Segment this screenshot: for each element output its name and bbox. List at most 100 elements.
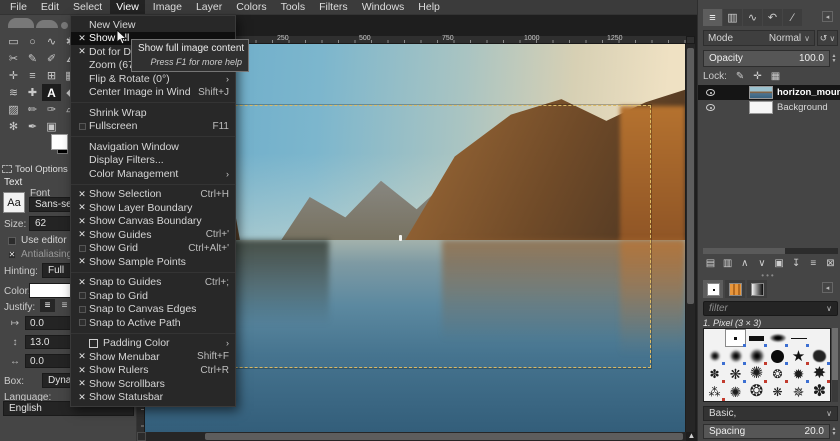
tool-free-select-icon[interactable]: ∿ bbox=[42, 33, 61, 50]
tool-text-icon[interactable]: A bbox=[42, 84, 61, 101]
menu-item-center-image-in-window[interactable]: Center Image in WindowShift+J bbox=[71, 86, 235, 100]
menu-item-color-management[interactable]: Color Management› bbox=[71, 167, 235, 181]
tool-paths-icon[interactable]: ✎ bbox=[23, 50, 42, 67]
menubar-item-help[interactable]: Help bbox=[412, 0, 446, 14]
menubar-item-file[interactable]: File bbox=[4, 0, 33, 14]
brush-cell-6[interactable] bbox=[704, 347, 725, 365]
menu-item-fullscreen[interactable]: FullscreenF11 bbox=[71, 120, 235, 134]
brush-dock-menu-button[interactable]: ◂ bbox=[822, 282, 833, 293]
justify-left-button[interactable]: ≡ bbox=[40, 299, 55, 312]
canvas-horizontal-scrollbar[interactable] bbox=[146, 432, 686, 441]
lock-alpha-icon[interactable]: ▦ bbox=[771, 71, 780, 82]
brush-cell-11[interactable] bbox=[809, 347, 830, 365]
layer-row-background[interactable]: Background bbox=[698, 100, 840, 115]
font-preview-button[interactable]: Aa bbox=[3, 192, 25, 213]
dock-tab-channels[interactable]: ▥ bbox=[723, 9, 742, 26]
menu-item-padding-color[interactable]: Padding Color› bbox=[71, 337, 235, 351]
menubar-item-tools[interactable]: Tools bbox=[275, 0, 312, 14]
brush-cell-8[interactable] bbox=[746, 347, 767, 365]
brush-filter-input[interactable]: filter ∨ bbox=[703, 301, 838, 316]
menu-item-show-guides[interactable]: ✕Show GuidesCtrl+' bbox=[71, 228, 235, 242]
tool-warp-icon[interactable]: ≋ bbox=[4, 84, 23, 101]
opacity-spinner[interactable]: ▲▼ bbox=[830, 50, 838, 67]
merge-layer-button[interactable]: ≡ bbox=[806, 256, 821, 270]
tool-color-picker-icon[interactable]: ✐ bbox=[42, 50, 61, 67]
menu-item-show-layer-boundary[interactable]: ✕Show Layer Boundary bbox=[71, 201, 235, 215]
layers-scrollbar[interactable] bbox=[703, 248, 838, 254]
brush-cell-16[interactable]: ✹ bbox=[788, 365, 809, 383]
tool-scissors-select-icon[interactable]: ✂ bbox=[4, 50, 23, 67]
brush-cell-7[interactable] bbox=[725, 347, 746, 365]
tool-rect-select-icon[interactable]: ▭ bbox=[4, 33, 23, 50]
brush-group-select[interactable]: Basic, ∨ bbox=[703, 406, 838, 421]
layer-row-horizon-mountains-s[interactable]: horizon_mountains_s bbox=[698, 85, 840, 100]
menu-item-show-menubar[interactable]: ✕Show MenubarShift+F bbox=[71, 350, 235, 364]
menu-item-show-rulers[interactable]: ✕Show RulersCtrl+R bbox=[71, 364, 235, 378]
menu-item-show-sample-points[interactable]: ✕Show Sample Points bbox=[71, 255, 235, 269]
layer-mode-select[interactable]: Mode Normal ∨ bbox=[703, 30, 815, 46]
nav-preview-icon[interactable]: ▲ bbox=[687, 431, 696, 441]
tool-move-icon[interactable]: ✛ bbox=[4, 67, 23, 84]
brush-grid-scrollbar[interactable] bbox=[832, 328, 838, 402]
brush-cell-17[interactable]: ✸ bbox=[809, 365, 830, 383]
dock-tab-patterns[interactable] bbox=[725, 280, 745, 298]
brush-cell-23[interactable]: ✽ bbox=[809, 383, 830, 401]
lock-position-icon[interactable]: ✛ bbox=[753, 71, 761, 82]
foreground-color-swatch[interactable] bbox=[51, 134, 68, 150]
tool-gradient-icon[interactable]: ▨ bbox=[4, 101, 23, 118]
spacing-spinner[interactable]: ▲▼ bbox=[830, 424, 838, 439]
menu-item-show-grid[interactable]: Show GridCtrl+Alt+' bbox=[71, 242, 235, 256]
brush-cell-20[interactable]: ❂ bbox=[746, 383, 767, 401]
use-editor-row[interactable]: Use editor bbox=[8, 235, 67, 246]
brush-cell-3[interactable] bbox=[767, 329, 788, 347]
menu-item-show-statusbar[interactable]: ✕Show Statusbar bbox=[71, 391, 235, 405]
tool-airbrush-icon[interactable]: ✻ bbox=[4, 118, 23, 135]
brush-cell-22[interactable]: ✵ bbox=[788, 383, 809, 401]
brush-cell-10[interactable]: ★ bbox=[788, 347, 809, 365]
brush-cell-19[interactable]: ✺ bbox=[725, 383, 746, 401]
menubar-item-layer[interactable]: Layer bbox=[190, 0, 228, 14]
menubar-item-view[interactable]: View bbox=[110, 0, 145, 14]
menubar-item-windows[interactable]: Windows bbox=[356, 0, 411, 14]
menu-item-flip-rotate-0[interactable]: Flip & Rotate (0°)› bbox=[71, 72, 235, 86]
menu-item-navigation-window[interactable]: Navigation Window bbox=[71, 140, 235, 154]
brush-cell-4[interactable] bbox=[788, 329, 809, 347]
visibility-eye-icon[interactable] bbox=[706, 104, 715, 111]
menubar-item-filters[interactable]: Filters bbox=[313, 0, 354, 14]
brush-cell-15[interactable]: ❂ bbox=[767, 365, 788, 383]
dock-resize-grip[interactable]: ••• bbox=[697, 271, 840, 280]
brush-cell-18[interactable]: ⁂ bbox=[704, 383, 725, 401]
opacity-slider[interactable]: Opacity 100.0 bbox=[703, 50, 830, 67]
mode-reset-buttons[interactable]: ↺ ∨ bbox=[817, 30, 838, 46]
use-editor-checkbox[interactable] bbox=[8, 237, 16, 245]
antialiasing-row[interactable]: ✕ Antialiasing bbox=[8, 249, 72, 260]
menubar-item-image[interactable]: Image bbox=[147, 0, 188, 14]
tool-crop-icon[interactable]: ⊞ bbox=[42, 67, 61, 84]
menu-item-new-view[interactable]: New View bbox=[71, 18, 235, 32]
brush-cell-5[interactable] bbox=[809, 329, 830, 347]
ruler-corner-button[interactable] bbox=[686, 36, 695, 44]
visibility-eye-icon[interactable] bbox=[706, 89, 715, 96]
dock-tab-undo-history[interactable]: ↶ bbox=[763, 9, 782, 26]
menu-item-display-filters[interactable]: Display Filters... bbox=[71, 154, 235, 168]
menubar-item-select[interactable]: Select bbox=[67, 0, 108, 14]
brush-cell-12[interactable]: ✽ bbox=[704, 365, 725, 383]
tool-align-icon[interactable]: ≡ bbox=[23, 67, 42, 84]
tool-clone-icon[interactable]: ▣ bbox=[42, 118, 61, 135]
menubar-item-colors[interactable]: Colors bbox=[230, 0, 272, 14]
brush-cell-13[interactable]: ❋ bbox=[725, 365, 746, 383]
menu-item-shrink-wrap[interactable]: Shrink Wrap bbox=[71, 106, 235, 120]
brush-cell-21[interactable]: ❋ bbox=[767, 383, 788, 401]
tool-ellipse-select-icon[interactable]: ○ bbox=[23, 33, 42, 50]
menubar-item-edit[interactable]: Edit bbox=[35, 0, 65, 14]
brush-cell-14[interactable]: ✺ bbox=[746, 365, 767, 383]
tool-ink-icon[interactable]: ✒ bbox=[23, 118, 42, 135]
spacing-slider[interactable]: Spacing 20.0 bbox=[703, 424, 830, 439]
brush-cell-9[interactable] bbox=[767, 347, 788, 365]
antialiasing-checkbox[interactable]: ✕ bbox=[8, 251, 16, 259]
dock-tab-gradients[interactable] bbox=[747, 280, 767, 298]
brush-cell-2[interactable] bbox=[746, 329, 767, 347]
canvas-vertical-scrollbar[interactable] bbox=[686, 44, 695, 432]
new-group-button[interactable]: ▥ bbox=[720, 256, 735, 270]
menu-item-show-canvas-boundary[interactable]: ✕Show Canvas Boundary bbox=[71, 215, 235, 229]
